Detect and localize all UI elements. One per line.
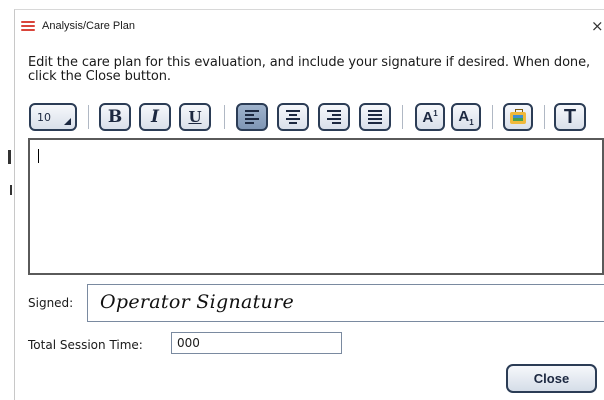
- subscript-button[interactable]: A1: [451, 103, 481, 131]
- superscript-icon: A1: [422, 108, 438, 126]
- align-justify-icon: [368, 110, 382, 124]
- toolbar-separator: [224, 105, 225, 129]
- background-mark: [8, 150, 11, 164]
- underline-icon: U: [188, 108, 202, 126]
- close-icon[interactable]: ×: [591, 16, 604, 36]
- instructions-text: Edit the care plan for this evaluation, …: [28, 55, 591, 84]
- signed-label: Signed:: [28, 296, 74, 310]
- align-left-button[interactable]: [236, 103, 268, 131]
- insert-image-button[interactable]: [503, 103, 533, 131]
- care-plan-editor[interactable]: [28, 138, 604, 275]
- superscript-button[interactable]: A1: [415, 103, 445, 131]
- underline-button[interactable]: U: [179, 103, 211, 131]
- session-time-input[interactable]: 000: [171, 332, 342, 354]
- signature-field[interactable]: Operator Signature: [87, 284, 604, 322]
- font-size-value: 10: [37, 110, 51, 124]
- text-caret: [38, 149, 39, 163]
- bold-button[interactable]: B: [99, 103, 131, 131]
- align-left-icon: [245, 110, 259, 124]
- background-window-edge: [0, 0, 14, 396]
- toolbar-separator: [492, 105, 493, 129]
- text-format-icon: T: [563, 105, 577, 128]
- background-mark: [10, 185, 12, 195]
- toolbar-separator: [544, 105, 545, 129]
- insert-image-icon: [509, 109, 527, 125]
- align-right-icon: [327, 110, 341, 124]
- italic-button[interactable]: I: [139, 103, 171, 131]
- formatting-toolbar: 10 B I U A1 A1 T: [29, 101, 604, 135]
- subscript-icon: A1: [458, 107, 474, 127]
- align-center-icon: [286, 110, 300, 124]
- close-button[interactable]: Close: [506, 364, 597, 393]
- font-size-dropdown[interactable]: 10: [29, 103, 77, 131]
- care-plan-dialog: Analysis/Care Plan × Edit the care plan …: [14, 9, 604, 400]
- title-bar: Analysis/Care Plan ×: [15, 10, 604, 44]
- dropdown-arrow-icon: [64, 118, 71, 125]
- session-time-label: Total Session Time:: [28, 338, 143, 352]
- bold-icon: B: [107, 107, 123, 127]
- window-title: Analysis/Care Plan: [42, 20, 135, 32]
- signature-value: Operator Signature: [100, 291, 295, 313]
- toolbar-separator: [88, 105, 89, 129]
- align-center-button[interactable]: [277, 103, 309, 131]
- text-format-button[interactable]: T: [554, 103, 586, 131]
- align-right-button[interactable]: [318, 103, 350, 131]
- italic-icon: I: [151, 107, 159, 127]
- align-justify-button[interactable]: [359, 103, 391, 131]
- toolbar-separator: [402, 105, 403, 129]
- app-icon: [21, 21, 35, 31]
